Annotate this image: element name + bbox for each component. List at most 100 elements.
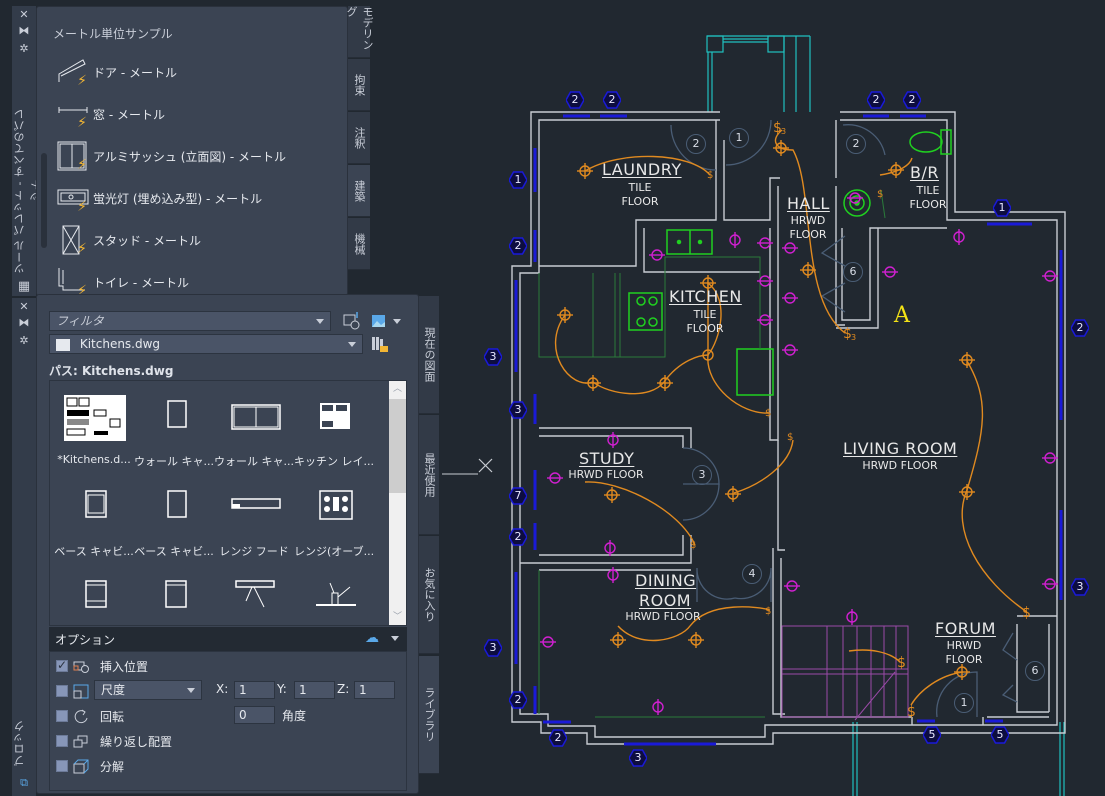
room-label-dining: DINING [635,571,697,590]
tab-annotation[interactable]: 注釈 [348,112,370,164]
cloud-settings-icon[interactable]: ☁ [365,630,379,646]
option-explode[interactable]: 分解 [56,756,124,776]
explode-checkbox[interactable] [56,760,68,772]
tab-constraints[interactable]: 拘束 [348,59,370,111]
block-item[interactable]: ウォール キャ... [214,389,294,477]
block-item[interactable]: ベース キャビ... [54,479,134,567]
tab-architectural[interactable]: 建築 [348,165,370,217]
tool-label: 窓 - メートル [93,107,165,122]
scale-z-input[interactable]: 1 [354,681,395,699]
stud-icon: ⚡ [55,224,89,256]
door-tag: 2 [686,134,706,154]
block-grid-scrollbar[interactable]: ︿ ﹀ [389,381,406,625]
repeat-placement-label: 繰り返し配置 [100,734,173,749]
tab-modeling[interactable]: モデリング [345,6,374,58]
tab-recent[interactable]: 最近使用 [419,415,439,535]
options-dropdown-icon[interactable] [391,636,399,641]
option-rotation[interactable]: 回転 [56,706,124,726]
scale-checkbox[interactable] [56,685,68,697]
file-select[interactable]: Kitchens.dwg [49,334,363,354]
block-label: ベース キャビ... [134,545,214,558]
tool-aluminum-sash[interactable]: ⚡ アルミサッシュ (立面図) - メートル [55,139,325,173]
option-repeat-placement[interactable]: 繰り返し配置 [56,731,172,751]
room-label-laundry: LAUNDRY [602,160,682,179]
option-insertion-point[interactable]: 挿入位置 [56,656,148,676]
tool-door[interactable]: ⚡ ドア - メートル [55,55,325,89]
explode-icon [73,759,89,774]
scale-z-label: Z: [337,682,350,696]
window-tag: 3 [629,749,647,767]
room-sub-forum-2: FLOOR [945,653,983,666]
svg-text:$: $ [765,606,771,617]
svg-text:$: $ [877,189,883,200]
porch-outline [706,35,1065,796]
block-item[interactable]: ベース キャビ... [134,479,214,567]
tab-current-drawing[interactable]: 現在の図面 [419,296,439,414]
block-palette-title: ブロック [13,720,26,766]
filter-input[interactable]: フィルタ [49,311,331,331]
file-select-value: Kitchens.dwg [79,337,161,351]
block-insert-icon: ⧉ [20,776,28,789]
room-label-study: STUDY [579,449,635,468]
tool-stud[interactable]: ⚡ スタッド - メートル [55,223,325,257]
block-label: キッチン レイ... [294,455,374,468]
import-blocks-icon[interactable] [343,312,361,330]
block-palette-dock-strip[interactable]: ✕ ⧓ ✲ ブロック ⧉ [12,298,36,796]
options-header[interactable]: オプション ☁ [49,627,407,651]
block-item[interactable]: *Kitchens.d... [54,389,134,477]
blocks-palette-tabs: 現在の図面 最近使用 お気に入り ライブラリ [419,294,441,774]
thumbnail-view-icon[interactable] [370,312,388,330]
window-tag: 2 [603,91,621,109]
tool-palette-scrollbar[interactable] [41,153,47,248]
angle-input[interactable]: 0 [234,706,275,724]
view-options-dropdown[interactable] [393,319,401,324]
tool-window[interactable]: ⚡ 窓 - メートル [55,97,325,131]
tool-fluorescent-light[interactable]: ⚡ 蛍光灯 (埋め込み型) - メートル [55,181,325,215]
chevron-down-icon [348,342,356,347]
room-label-br: B/R [910,163,939,182]
window-icon: ⚡ [58,107,88,131]
block-item[interactable]: キッチン レイ... [294,389,374,477]
tab-mechanical[interactable]: 機械 [348,218,370,270]
autohide-icon[interactable]: ⧓ [16,24,32,38]
fluorescent-light-icon: ⚡ [55,182,89,214]
rotation-checkbox[interactable] [56,710,68,722]
scale-mode-select[interactable]: 尺度 [94,680,202,700]
properties-gear-icon[interactable]: ✲ [16,334,32,348]
block-item[interactable] [134,569,214,625]
close-icon[interactable]: ✕ [16,300,32,314]
scale-y-input[interactable]: 1 [294,681,335,699]
repeat-placement-checkbox[interactable] [56,735,68,747]
close-icon[interactable]: ✕ [16,8,32,22]
door-tag: 3 [692,465,712,485]
scroll-thumb[interactable] [389,399,406,493]
block-item[interactable] [294,569,374,625]
svg-text:$: $ [897,655,906,671]
window-tag-number: 1 [998,201,1006,214]
autohide-icon[interactable]: ⧓ [16,316,32,330]
block-grid: ︿ ﹀ *Kitchens.d... ウォール キャ... ウォール キャ... キッ… [49,380,407,626]
block-item[interactable] [54,569,134,625]
tool-palette-dock-strip[interactable]: ✕ ⧓ ✲ ツール パレット - すべてのパレット ▦ [12,6,42,296]
insertion-point-checkbox[interactable] [56,658,68,672]
tool-palette: メートル単位サンプル ⚡ ドア - メートル ⚡ 窓 - メートル ⚡ アルミサ… [36,6,348,298]
scroll-up-arrow[interactable]: ︿ [389,381,406,397]
tab-libraries[interactable]: ライブラリ [419,656,439,774]
window-tag: 7 [509,487,527,505]
lamp-thumbnail [235,580,275,608]
scroll-down-arrow[interactable]: ﹀ [389,609,406,625]
properties-gear-icon[interactable]: ✲ [16,42,32,56]
room-sub-dining: HRWD FLOOR [625,610,701,623]
window-tag: 2 [509,237,527,255]
svg-text:$: $ [707,170,713,181]
block-item[interactable]: レンジ フード [214,479,294,567]
window-tag: 2 [549,729,567,747]
tab-favorites[interactable]: お気に入り [419,536,439,654]
room-label-forum: FORUM [935,619,996,638]
path-label: パス: Kitchens.dwg [49,364,174,378]
scale-x-input[interactable]: 1 [234,681,275,699]
block-item[interactable]: ウォール キャ... [134,389,214,477]
block-item[interactable] [214,569,294,625]
browse-library-icon[interactable] [370,335,388,353]
block-item[interactable]: レンジ(オーブ... [294,479,374,567]
